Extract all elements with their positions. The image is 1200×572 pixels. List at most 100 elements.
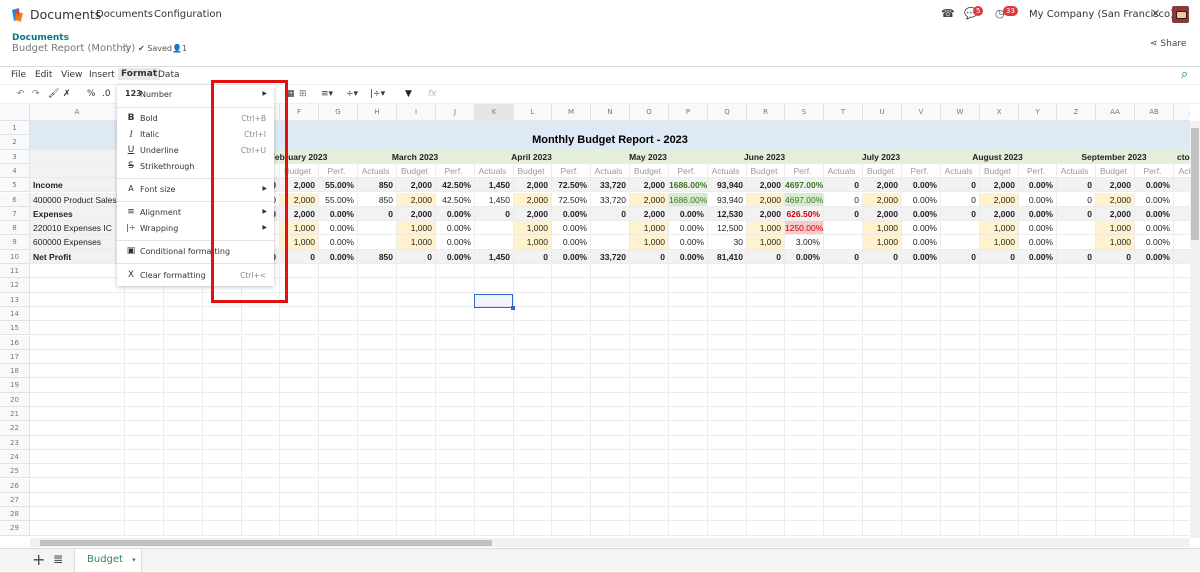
- documents-app-logo[interactable]: [10, 7, 26, 23]
- sub-header-budget[interactable]: Budget: [980, 163, 1019, 179]
- column-header-ac[interactable]: AC: [1174, 104, 1190, 121]
- cell[interactable]: [1019, 378, 1057, 393]
- cell[interactable]: [669, 278, 708, 293]
- cell[interactable]: [980, 449, 1019, 465]
- cell[interactable]: [863, 264, 902, 279]
- cell[interactable]: [941, 421, 980, 436]
- budget-cell[interactable]: 0: [1096, 249, 1135, 264]
- cell[interactable]: [824, 392, 863, 407]
- row-header-10[interactable]: 10: [0, 249, 30, 264]
- nav-configuration[interactable]: Configuration: [154, 9, 222, 20]
- cell[interactable]: [630, 335, 669, 350]
- row-header-8[interactable]: 8: [0, 221, 30, 236]
- budget-cell[interactable]: 1,000: [980, 221, 1019, 236]
- cell[interactable]: [630, 435, 669, 450]
- cell[interactable]: [30, 264, 125, 279]
- actuals-cell[interactable]: 0: [1057, 249, 1096, 264]
- cell[interactable]: [436, 449, 475, 465]
- perf-cell[interactable]: 72.50%: [552, 178, 591, 193]
- favorite-star-icon[interactable]: ☆: [121, 41, 132, 55]
- cell[interactable]: [980, 464, 1019, 479]
- cell[interactable]: [941, 435, 980, 450]
- budget-cell[interactable]: 2,000: [630, 192, 669, 207]
- column-header-a[interactable]: A: [30, 104, 125, 121]
- cell[interactable]: [1057, 306, 1096, 322]
- month-header-2[interactable]: April 2023: [475, 150, 591, 164]
- cell[interactable]: [242, 507, 280, 522]
- cell[interactable]: [747, 364, 785, 379]
- perf-cell[interactable]: 0.00%: [552, 221, 591, 236]
- cell[interactable]: [980, 435, 1019, 450]
- add-sheet-icon[interactable]: +: [32, 550, 45, 569]
- budget-cell[interactable]: 2,000: [1096, 192, 1135, 207]
- actuals-cell[interactable]: 0: [941, 206, 980, 222]
- cell[interactable]: [125, 364, 164, 379]
- cell[interactable]: [552, 492, 591, 508]
- cell[interactable]: [708, 449, 747, 465]
- redo-icon[interactable]: ↷: [32, 89, 40, 99]
- cell[interactable]: [1135, 392, 1174, 407]
- cell[interactable]: [902, 278, 941, 293]
- cell[interactable]: [319, 264, 358, 279]
- cell[interactable]: [747, 306, 785, 322]
- cell[interactable]: [397, 407, 436, 422]
- cell[interactable]: [902, 335, 941, 350]
- column-header-q[interactable]: Q: [708, 104, 747, 121]
- cell[interactable]: [708, 364, 747, 379]
- cell[interactable]: [708, 478, 747, 493]
- cell[interactable]: [708, 392, 747, 407]
- cell[interactable]: [669, 306, 708, 322]
- cell[interactable]: [902, 521, 941, 536]
- cell[interactable]: [319, 378, 358, 393]
- cell[interactable]: [785, 521, 824, 536]
- perf-cell[interactable]: 0.00%: [552, 235, 591, 250]
- cell[interactable]: [552, 278, 591, 293]
- cell[interactable]: [902, 435, 941, 450]
- list-sheets-icon[interactable]: ≣: [53, 552, 63, 566]
- cell[interactable]: [863, 364, 902, 379]
- cell[interactable]: [1174, 264, 1190, 279]
- sub-header-perf[interactable]: Perf.: [669, 163, 708, 179]
- row-header-14[interactable]: 14: [0, 306, 30, 322]
- cell[interactable]: [863, 478, 902, 493]
- cell[interactable]: [747, 421, 785, 436]
- perf-cell[interactable]: 0.00%: [1019, 221, 1057, 236]
- cell[interactable]: [1135, 421, 1174, 436]
- cell[interactable]: [475, 435, 514, 450]
- cell[interactable]: [1096, 278, 1135, 293]
- cell[interactable]: [980, 378, 1019, 393]
- cell[interactable]: [591, 521, 630, 536]
- cell[interactable]: [242, 449, 280, 465]
- cell[interactable]: [980, 521, 1019, 536]
- cell[interactable]: [125, 464, 164, 479]
- cell[interactable]: [630, 264, 669, 279]
- cell[interactable]: [863, 407, 902, 422]
- actuals-cell[interactable]: 33,720: [591, 192, 630, 207]
- column-header-j[interactable]: J: [436, 104, 475, 121]
- cell[interactable]: [747, 478, 785, 493]
- cell[interactable]: [591, 464, 630, 479]
- cell[interactable]: [1019, 435, 1057, 450]
- cell[interactable]: [747, 449, 785, 465]
- cell[interactable]: [824, 349, 863, 365]
- horizontal-scrollbar[interactable]: [30, 538, 1190, 547]
- cell[interactable]: [785, 407, 824, 422]
- cell[interactable]: [1057, 407, 1096, 422]
- perf-cell[interactable]: 0.00%: [552, 206, 591, 222]
- cell[interactable]: [785, 292, 824, 307]
- perf-cell[interactable]: 0.00%: [669, 206, 708, 222]
- text-wrapping-icon[interactable]: |÷▾: [370, 89, 385, 99]
- cell[interactable]: [552, 407, 591, 422]
- cell[interactable]: [785, 478, 824, 493]
- cell[interactable]: [591, 335, 630, 350]
- debug-tools-icon[interactable]: ✕: [1151, 7, 1160, 20]
- cell[interactable]: [1174, 336, 1190, 350]
- sub-header-budget[interactable]: Budget: [630, 163, 669, 179]
- cell[interactable]: [552, 264, 591, 279]
- sub-header-budget[interactable]: Budget: [514, 163, 552, 179]
- cell[interactable]: [785, 392, 824, 407]
- sub-header-actuals[interactable]: Actuals: [475, 163, 514, 179]
- cell[interactable]: [1135, 492, 1174, 508]
- cell[interactable]: [280, 421, 319, 436]
- row-label-cell[interactable]: Income: [30, 178, 125, 193]
